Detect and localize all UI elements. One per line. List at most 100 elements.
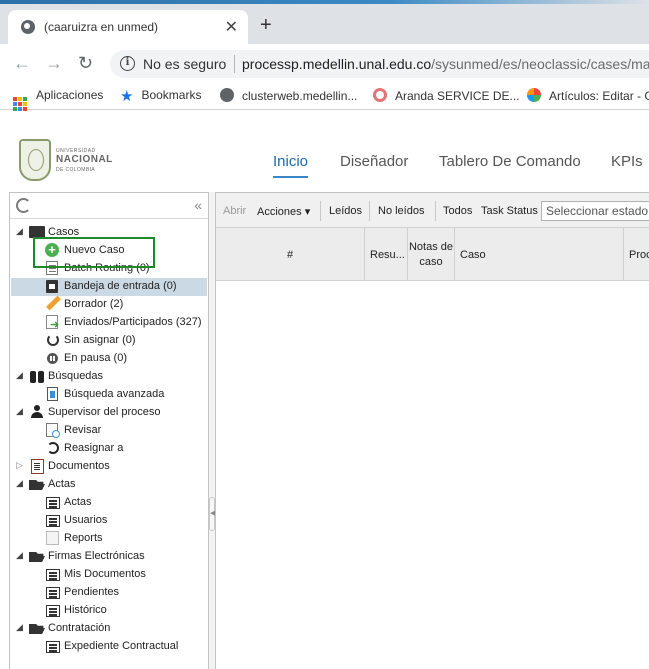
address-bar[interactable]: i No es seguro processp.medellin.unal.ed… bbox=[110, 50, 649, 78]
tree-node-historico[interactable]: Histórico bbox=[16, 602, 206, 620]
security-status[interactable]: No es seguro bbox=[143, 56, 226, 72]
address-separator bbox=[234, 55, 235, 73]
bookmarks-bar: Aplicaciones ★ Bookmarks clusterweb.medel… bbox=[0, 82, 649, 111]
university-seal-icon bbox=[19, 139, 51, 181]
bookmark-clusterweb[interactable]: clusterweb.medellin... bbox=[220, 88, 357, 103]
highlight-annotation-box bbox=[33, 237, 155, 268]
tree-node-revisar[interactable]: Revisar bbox=[16, 422, 206, 440]
tree-node-mis-documentos[interactable]: Mis Documentos bbox=[16, 566, 206, 584]
tree-node-contratacion[interactable]: ◢ Contratación bbox=[16, 620, 206, 638]
expanded-arrow-icon[interactable]: ◢ bbox=[16, 226, 26, 237]
url-path: /sysunmed/es/neoclassic/cases/mai bbox=[431, 56, 649, 72]
tree-node-en-pausa[interactable]: En pausa (0) bbox=[16, 350, 206, 368]
tree-node-label: Firmas Electrónicas bbox=[48, 550, 145, 562]
advanced-search-icon bbox=[47, 387, 58, 401]
tree-node-actas[interactable]: Actas bbox=[16, 494, 206, 512]
url-host: processp.medellin.unal.edu.co bbox=[242, 56, 432, 72]
unread-filter-button[interactable]: No leídos bbox=[378, 205, 424, 217]
close-tab-icon[interactable]: ✕ bbox=[225, 17, 238, 37]
tree-node-label: Actas bbox=[64, 496, 92, 508]
logo-line3: DE COLOMBIA bbox=[56, 167, 96, 173]
tree-node-label: Revisar bbox=[64, 424, 102, 436]
star-icon: ★ bbox=[120, 88, 134, 105]
nav-kpis[interactable]: KPIs bbox=[611, 153, 643, 170]
actions-menu-button[interactable]: Acciones ▾ bbox=[257, 205, 310, 218]
bookmark-label: Aranda SERVICE DE... bbox=[395, 89, 520, 103]
pencil-icon bbox=[45, 296, 61, 312]
column-header-number[interactable]: # bbox=[216, 228, 365, 281]
user-icon bbox=[30, 404, 44, 418]
column-header-process[interactable]: Proc bbox=[624, 228, 649, 281]
browser-tab-strip: (caaruizra en unmed) ✕ + bbox=[0, 0, 649, 44]
tree-node-supervisor[interactable]: ◢ Supervisor del proceso bbox=[16, 404, 206, 422]
tree-node-label: Pendientes bbox=[64, 586, 120, 598]
task-status-select[interactable]: Seleccionar estado bbox=[541, 201, 649, 221]
info-icon[interactable]: i bbox=[120, 56, 135, 71]
toolbar-separator bbox=[320, 201, 321, 221]
review-icon bbox=[46, 423, 60, 438]
tree-node-label: Expediente Contractual bbox=[64, 640, 179, 652]
folder-open-icon bbox=[29, 480, 45, 490]
tree-node-label: Enviados/Participados (327) bbox=[64, 316, 202, 328]
expanded-arrow-icon[interactable]: ◢ bbox=[16, 406, 26, 417]
column-header-case[interactable]: Caso bbox=[455, 228, 624, 281]
nav-disenador[interactable]: Diseñador bbox=[340, 153, 408, 170]
browser-toolbar: ← → ↻ i No es seguro processp.medellin.u… bbox=[0, 44, 649, 82]
university-logo[interactable]: UNIVERSIDAD NACIONAL DE COLOMBIA bbox=[19, 139, 119, 183]
all-filter-button[interactable]: Todos bbox=[443, 205, 472, 217]
collapsed-arrow-icon[interactable]: ▷ bbox=[16, 460, 26, 471]
back-button[interactable]: ← bbox=[13, 53, 31, 73]
url-text[interactable]: processp.medellin.unal.edu.co/sysunmed/e… bbox=[242, 56, 649, 72]
new-tab-button[interactable]: + bbox=[260, 15, 272, 35]
read-filter-button[interactable]: Leídos bbox=[329, 205, 362, 217]
tree-node-label: Histórico bbox=[64, 604, 107, 616]
tree-node-busquedas[interactable]: ◢ Búsquedas bbox=[16, 368, 206, 386]
grid-header: # Resu... Notas de caso Caso Proc bbox=[216, 228, 649, 281]
tree-node-actas-folder[interactable]: ◢ Actas bbox=[16, 476, 206, 494]
nav-inicio[interactable]: Inicio bbox=[273, 153, 309, 178]
list-icon bbox=[46, 515, 60, 527]
task-status-label: Task Status bbox=[481, 205, 538, 217]
column-header-case-notes[interactable]: Notas de caso bbox=[408, 228, 455, 281]
grid-toolbar: Abrir Acciones ▾ Leídos No leídos Todos … bbox=[216, 193, 649, 228]
tree-node-busqueda-avanzada[interactable]: Búsqueda avanzada bbox=[16, 386, 206, 404]
expanded-arrow-icon[interactable]: ◢ bbox=[16, 370, 26, 381]
bookmark-aranda[interactable]: Aranda SERVICE DE... bbox=[373, 88, 520, 103]
tree-node-bandeja-de-entrada[interactable]: Bandeja de entrada (0) bbox=[11, 278, 207, 296]
bookmark-bookmarks[interactable]: ★ Bookmarks bbox=[120, 88, 201, 104]
tree-node-sin-asignar[interactable]: Sin asignar (0) bbox=[16, 332, 206, 350]
list-icon bbox=[46, 605, 60, 617]
forward-button[interactable]: → bbox=[45, 53, 63, 73]
reports-icon bbox=[46, 531, 59, 545]
reload-button[interactable]: ↻ bbox=[78, 53, 93, 73]
bookmark-apps[interactable]: Aplicaciones bbox=[13, 88, 103, 111]
column-label: # bbox=[286, 248, 294, 261]
tree-node-pendientes[interactable]: Pendientes bbox=[16, 584, 206, 602]
joomla-icon bbox=[527, 88, 541, 102]
tree-node-usuarios[interactable]: Usuarios bbox=[16, 512, 206, 530]
tree-node-documentos[interactable]: ▷ Documentos bbox=[16, 458, 206, 476]
nav-tablero-de-comando[interactable]: Tablero De Comando bbox=[439, 153, 581, 170]
refresh-icon[interactable] bbox=[16, 198, 31, 213]
bookmark-articulos[interactable]: Artículos: Editar - G bbox=[527, 88, 649, 103]
tree-node-expediente-contractual[interactable]: Expediente Contractual bbox=[16, 638, 206, 656]
reassign-icon bbox=[47, 442, 59, 454]
cases-tree-panel: « ◢ Casos + Nuevo Caso Batch Routing (0)… bbox=[9, 192, 209, 669]
aranda-icon bbox=[373, 88, 387, 102]
window-top-edge bbox=[0, 0, 649, 4]
open-button[interactable]: Abrir bbox=[223, 205, 246, 217]
expanded-arrow-icon[interactable]: ◢ bbox=[16, 622, 26, 633]
tree-node-borrador[interactable]: Borrador (2) bbox=[16, 296, 206, 314]
browser-tab[interactable]: (caaruizra en unmed) ✕ bbox=[8, 10, 248, 44]
tree-node-reports[interactable]: Reports bbox=[16, 530, 206, 548]
collapse-panel-icon[interactable]: « bbox=[194, 197, 202, 213]
column-header-summary[interactable]: Resu... bbox=[365, 228, 408, 281]
expanded-arrow-icon[interactable]: ◢ bbox=[16, 478, 26, 489]
tree-node-enviados[interactable]: Enviados/Participados (327) bbox=[16, 314, 210, 332]
tree-node-label: Bandeja de entrada (0) bbox=[64, 280, 177, 292]
folder-open-icon bbox=[29, 552, 45, 562]
tree-node-firmas-electronicas[interactable]: ◢ Firmas Electrónicas bbox=[16, 548, 206, 566]
tree-node-reasignar[interactable]: Reasignar a bbox=[16, 440, 206, 458]
bookmark-label: clusterweb.medellin... bbox=[242, 89, 358, 103]
expanded-arrow-icon[interactable]: ◢ bbox=[16, 550, 26, 561]
